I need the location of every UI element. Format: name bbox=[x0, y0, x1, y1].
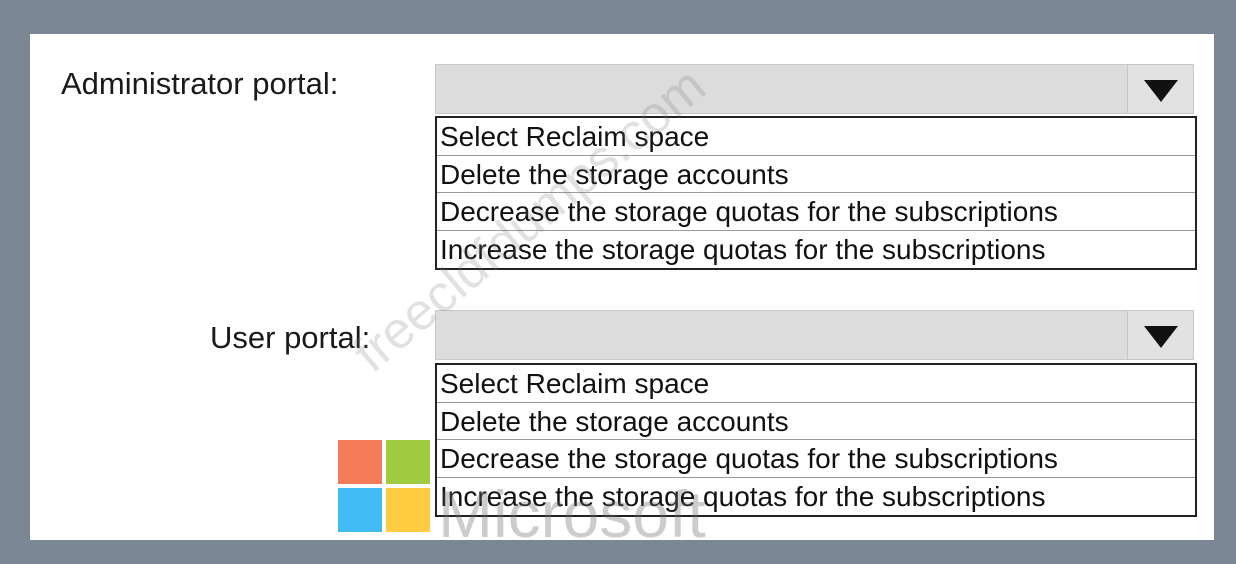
administrator-portal-options: Select Reclaim space Delete the storage … bbox=[435, 116, 1197, 270]
user-portal-label: User portal: bbox=[210, 320, 371, 355]
administrator-portal-label: Administrator portal: bbox=[61, 66, 339, 101]
administrator-option-delete-storage-accounts[interactable]: Delete the storage accounts bbox=[437, 156, 1195, 193]
administrator-option-increase-quotas[interactable]: Increase the storage quotas for the subs… bbox=[437, 231, 1195, 269]
user-option-reclaim-space[interactable]: Select Reclaim space bbox=[437, 365, 1195, 403]
user-portal-options: Select Reclaim space Delete the storage … bbox=[435, 363, 1197, 517]
dropdown-arrow-icon[interactable] bbox=[1127, 65, 1193, 113]
user-option-delete-storage-accounts[interactable]: Delete the storage accounts bbox=[437, 403, 1195, 440]
user-option-decrease-quotas[interactable]: Decrease the storage quotas for the subs… bbox=[437, 440, 1195, 478]
administrator-portal-select[interactable] bbox=[435, 64, 1194, 114]
dropdown-arrow-icon[interactable] bbox=[1127, 311, 1193, 359]
user-portal-select[interactable] bbox=[435, 310, 1194, 360]
answer-panel: Administrator portal: Select Reclaim spa… bbox=[30, 34, 1214, 540]
administrator-option-reclaim-space[interactable]: Select Reclaim space bbox=[437, 118, 1195, 156]
user-option-increase-quotas[interactable]: Increase the storage quotas for the subs… bbox=[437, 478, 1195, 516]
administrator-option-decrease-quotas[interactable]: Decrease the storage quotas for the subs… bbox=[437, 193, 1195, 231]
